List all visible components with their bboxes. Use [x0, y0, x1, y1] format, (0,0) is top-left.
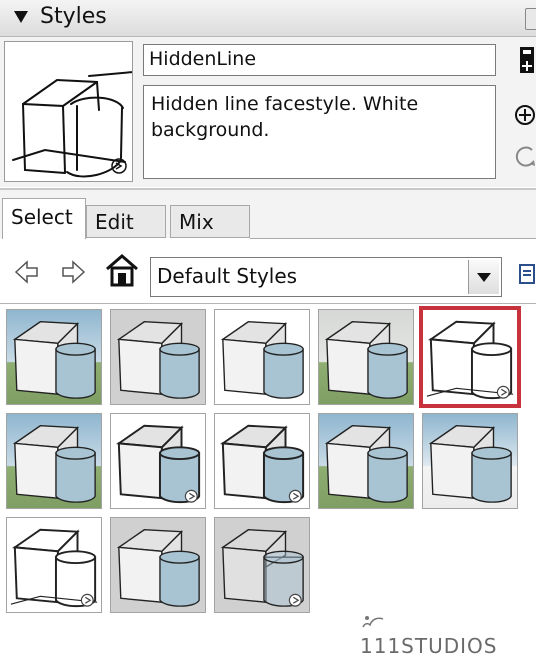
- create-new-style-icon[interactable]: [518, 45, 536, 83]
- watermark: 111STUDIOS: [360, 610, 536, 658]
- style-thumbnail[interactable]: [214, 517, 310, 613]
- style-thumbnail[interactable]: [6, 413, 102, 509]
- style-thumbnail[interactable]: [318, 309, 414, 405]
- style-thumbnail[interactable]: [6, 517, 102, 613]
- wechat-logo-icon: [360, 610, 386, 634]
- style-thumbnail[interactable]: [422, 413, 518, 509]
- styles-thumbnail-grid: [0, 303, 536, 649]
- tab-bar: Select Edit Mix: [0, 190, 536, 239]
- chevron-down-icon[interactable]: [468, 260, 499, 294]
- collection-nav-bar: Default Styles: [0, 239, 536, 302]
- style-thumbnail[interactable]: [214, 309, 310, 405]
- panel-close-button[interactable]: [525, 8, 536, 30]
- style-thumbnail[interactable]: [419, 306, 521, 408]
- style-collection-dropdown[interactable]: Default Styles: [150, 257, 502, 297]
- style-thumbnail[interactable]: [214, 413, 310, 509]
- style-thumbnail[interactable]: [6, 309, 102, 405]
- style-thumbnail[interactable]: [318, 413, 414, 509]
- style-preview-thumbnail: [4, 41, 134, 182]
- style-description-input[interactable]: Hidden line facestyle. White background.: [143, 85, 496, 179]
- details-icon[interactable]: [518, 263, 536, 293]
- style-thumbnail[interactable]: [110, 309, 206, 405]
- collection-selected-value: Default Styles: [157, 264, 298, 288]
- arrow-left-icon[interactable]: [14, 259, 40, 289]
- panel-title: Styles: [40, 4, 107, 29]
- tab-edit[interactable]: Edit: [86, 205, 166, 238]
- style-info-panel: HiddenLine Hidden line facestyle. White …: [0, 37, 536, 187]
- add-style-icon[interactable]: [514, 101, 536, 131]
- watermark-text: 111STUDIOS: [360, 634, 498, 658]
- home-icon[interactable]: [104, 253, 140, 291]
- style-thumbnail[interactable]: [110, 413, 206, 509]
- collapse-triangle-icon[interactable]: [14, 11, 28, 23]
- arrow-right-icon[interactable]: [60, 259, 86, 289]
- style-thumbnail[interactable]: [110, 517, 206, 613]
- style-name-input[interactable]: HiddenLine: [143, 44, 496, 76]
- styles-panel-header[interactable]: Styles: [0, 0, 536, 37]
- tab-select[interactable]: Select: [2, 198, 86, 239]
- tab-mix[interactable]: Mix: [170, 205, 250, 238]
- update-style-icon[interactable]: [514, 142, 536, 176]
